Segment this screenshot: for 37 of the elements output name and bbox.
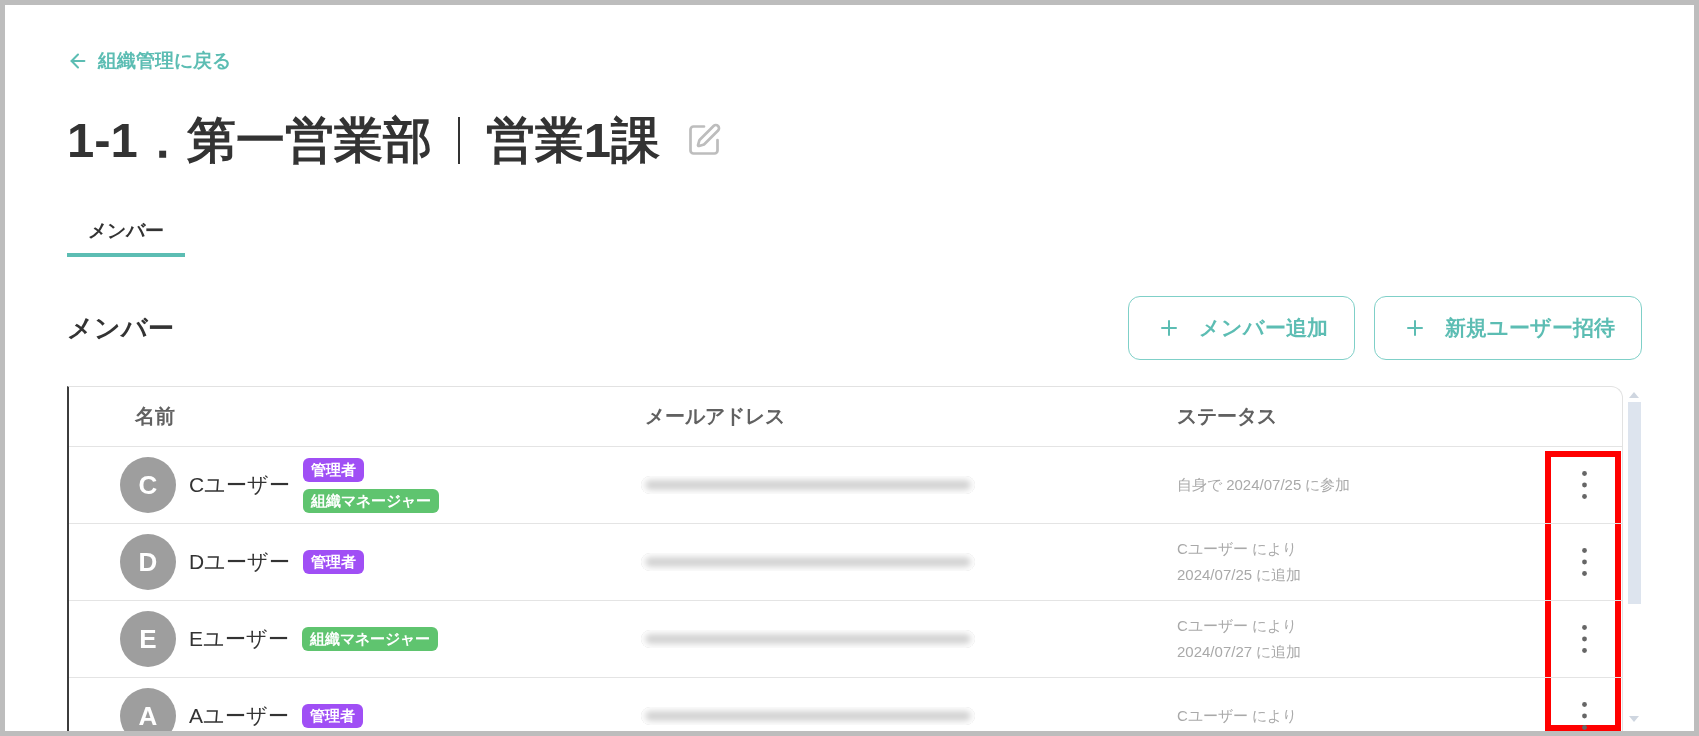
tab[interactable]: メンバー	[67, 210, 185, 257]
avatar: E	[120, 611, 176, 667]
add-button[interactable]: 新規ユーザー招待	[1374, 296, 1642, 360]
avatar: A	[120, 688, 176, 731]
user-name: Eユーザー	[189, 626, 289, 652]
role-tag: 管理者	[302, 704, 363, 728]
avatar: D	[120, 534, 176, 590]
edit-icon	[686, 122, 723, 158]
role-tag: 組織マネージャー	[302, 627, 438, 651]
status-text: Cユーザー により 2024/07/25 に追加	[1177, 539, 1303, 585]
column-header: ステータス	[1176, 404, 1278, 429]
avatar: C	[120, 457, 176, 513]
vertical-dots-icon	[1581, 702, 1587, 730]
row-menu-button[interactable]	[1581, 548, 1587, 576]
add-button[interactable]: メンバー追加	[1128, 296, 1355, 360]
row-menu-button[interactable]	[1581, 471, 1587, 499]
vertical-dots-icon	[1581, 471, 1587, 499]
column-header: メールアドレス	[644, 404, 786, 429]
status-text: Cユーザー により 2024/07/27 に追加	[1177, 616, 1303, 662]
vertical-dots-icon	[1581, 625, 1587, 653]
back-link[interactable]: 組織管理に戻る	[67, 49, 231, 73]
status-text: Cユーザー により	[1177, 706, 1298, 726]
status-text: 自身で 2024/07/25 に参加	[1177, 475, 1352, 495]
row-menu-button[interactable]	[1581, 625, 1587, 653]
user-name: Cユーザー	[189, 472, 291, 498]
role-tag: 組織マネージャー	[303, 488, 440, 513]
role-tag: 管理者	[303, 550, 365, 574]
vertical-dots-icon	[1581, 548, 1587, 576]
role-tag: 管理者	[303, 457, 365, 482]
scrollbar-thumb[interactable]	[1627, 402, 1641, 604]
section-heading: メンバー	[67, 311, 174, 345]
user-name: Dユーザー	[189, 549, 291, 575]
column-header: 名前	[134, 404, 176, 429]
page-title: 営業1課	[485, 112, 661, 169]
row-menu-button[interactable]	[1581, 702, 1587, 730]
user-name: Aユーザー	[189, 703, 289, 729]
page-title: 1-1．第一営業部	[67, 112, 432, 169]
